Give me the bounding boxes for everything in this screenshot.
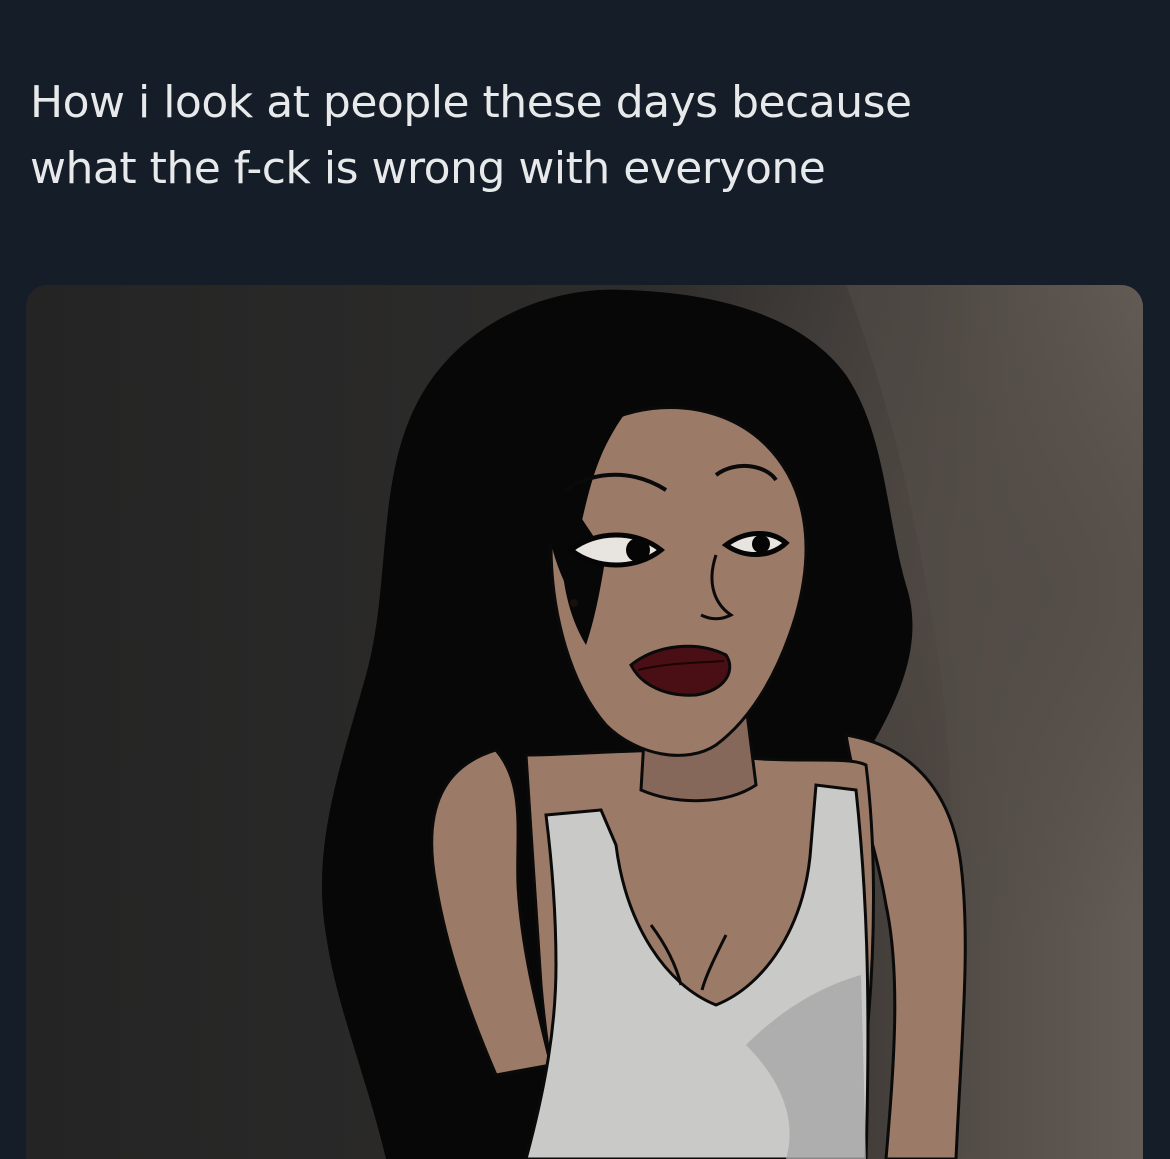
cartoon-woman-illustration bbox=[26, 285, 1143, 1159]
tweet-text-line-2: what the f-ck is wrong with everyone bbox=[30, 143, 826, 194]
tweet-text: How i look at people these days because … bbox=[30, 70, 1130, 202]
tweet-post: How i look at people these days because … bbox=[0, 0, 1170, 1159]
tweet-media-image[interactable] bbox=[26, 285, 1143, 1159]
beauty-mark bbox=[570, 599, 578, 607]
right-pupil bbox=[752, 535, 770, 553]
tweet-text-line-1: How i look at people these days because bbox=[30, 77, 912, 128]
left-pupil bbox=[626, 538, 650, 562]
